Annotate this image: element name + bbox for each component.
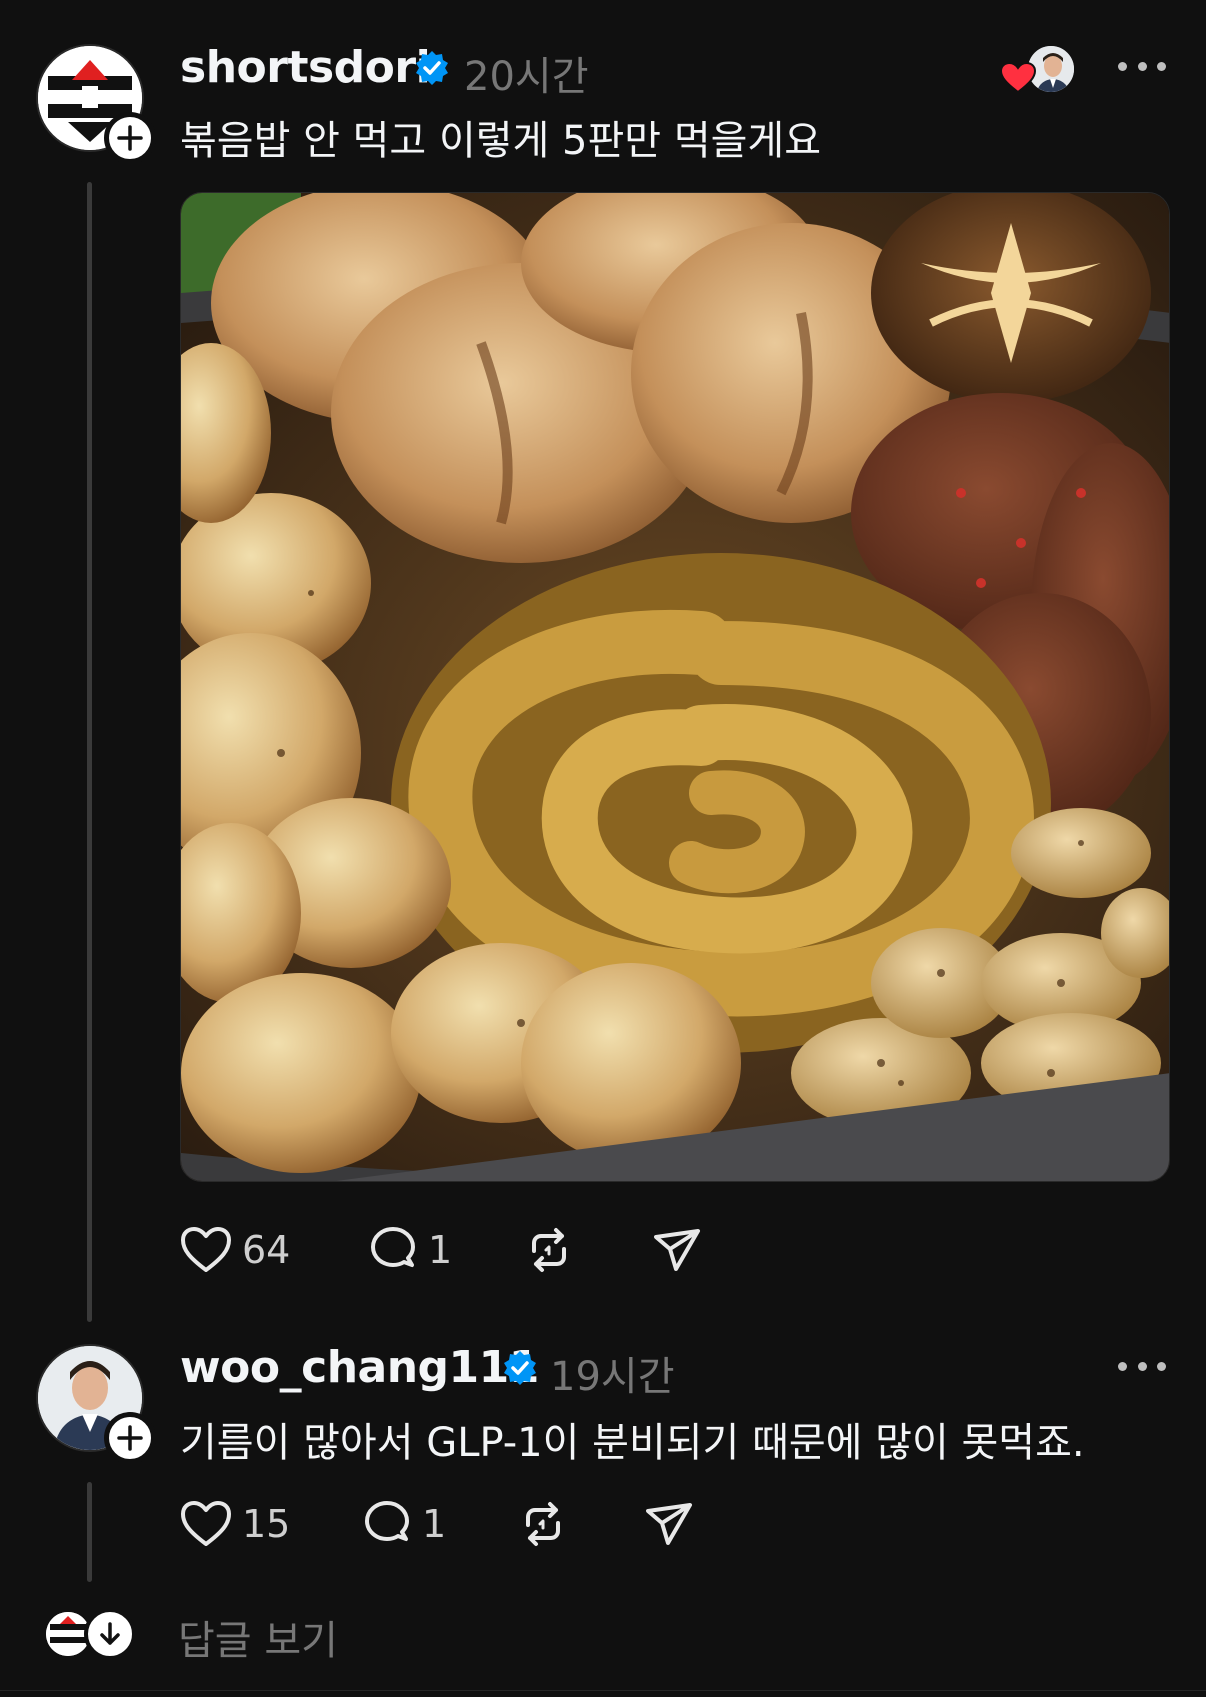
liked-by-indicator[interactable]	[1000, 44, 1076, 98]
reply-time: 19시간	[550, 1354, 675, 1400]
reply-post: woo_chang111 19시간 기름이 많아서 GLP-1이 분비되기 때문…	[0, 1330, 1206, 1600]
repost-button[interactable]	[524, 1222, 574, 1278]
share-button[interactable]	[652, 1222, 702, 1278]
more-icon[interactable]	[1118, 56, 1166, 76]
reply-comment-count: 1	[422, 1502, 447, 1546]
expand-replies-icon[interactable]	[84, 1608, 136, 1660]
reply-follow-plus-icon[interactable]	[104, 1412, 156, 1464]
reply-actions: 15 1	[180, 1496, 780, 1552]
reply-thread-line	[87, 1482, 92, 1582]
follow-plus-icon[interactable]	[104, 112, 156, 164]
reply-username[interactable]: woo_chang111	[180, 1342, 539, 1393]
reply-author-avatar[interactable]	[36, 1344, 156, 1464]
comment-icon	[365, 1501, 409, 1541]
view-replies-row[interactable]: 답글 보기	[0, 1600, 1206, 1670]
share-icon	[646, 1503, 692, 1545]
reply-like-button[interactable]: 15	[180, 1496, 290, 1552]
reply-comment-button[interactable]: 1	[362, 1496, 446, 1552]
post-time: 20시간	[464, 54, 589, 100]
reply-share-button[interactable]	[644, 1496, 694, 1552]
share-icon	[654, 1229, 700, 1271]
reply-repost-button[interactable]	[518, 1496, 568, 1552]
food-photo	[181, 193, 1169, 1181]
post-actions: 64 1	[180, 1222, 780, 1278]
comment-count: 1	[428, 1228, 453, 1272]
author-avatar[interactable]	[36, 44, 156, 164]
post-image[interactable]	[180, 192, 1170, 1182]
repost-icon	[532, 1228, 566, 1272]
main-post: shortsdori 20시간 볶음밥 안 먹고 이렇게 5판만 먹을게요 64…	[0, 0, 1206, 1330]
comment-icon	[371, 1227, 415, 1267]
heart-icon	[181, 1501, 231, 1546]
post-text: 볶음밥 안 먹고 이렇게 5판만 먹을게요	[180, 118, 822, 164]
heart-icon	[181, 1227, 231, 1272]
liked-by-heart-icon	[1000, 62, 1036, 94]
repost-icon	[526, 1502, 560, 1546]
reply-verified-icon	[504, 1351, 536, 1385]
divider	[0, 1690, 1206, 1691]
like-count: 64	[242, 1228, 291, 1272]
reply-more-icon[interactable]	[1118, 1356, 1166, 1376]
thread-line	[87, 182, 92, 1322]
reply-like-count: 15	[242, 1502, 291, 1546]
comment-button[interactable]: 1	[368, 1222, 452, 1278]
verified-icon	[416, 51, 448, 85]
reply-text: 기름이 많아서 GLP-1이 분비되기 때문에 많이 못먹죠.	[180, 1420, 1085, 1466]
post-username[interactable]: shortsdori	[180, 42, 431, 93]
view-replies-label[interactable]: 답글 보기	[178, 1608, 338, 1666]
like-button[interactable]: 64	[180, 1222, 290, 1278]
